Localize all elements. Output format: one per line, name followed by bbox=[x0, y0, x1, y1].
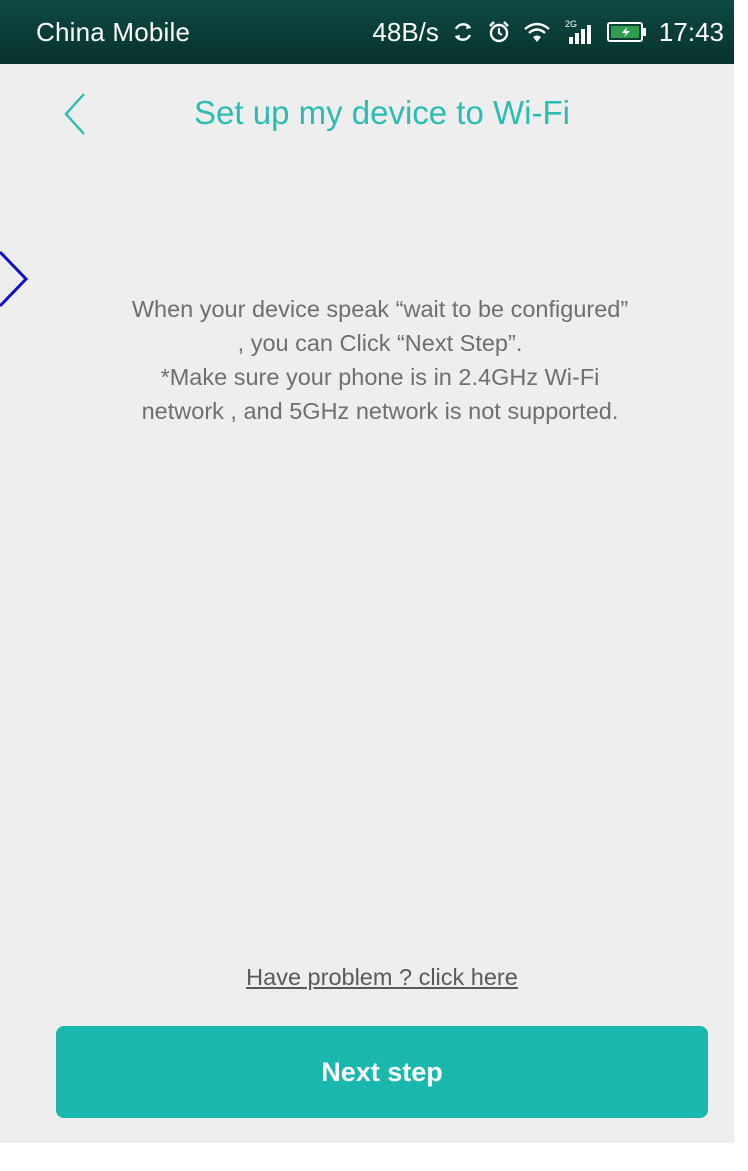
clock: 17:43 bbox=[658, 16, 724, 47]
annotation-marker-icon bbox=[0, 250, 28, 308]
setup-screen: Set up my device to Wi-Fi When your devi… bbox=[0, 64, 734, 1143]
instruction-paragraph-2: *Make sure your phone is in 2.4GHz Wi-Fi… bbox=[141, 364, 619, 424]
cell-signal-icon: 2G bbox=[563, 18, 595, 46]
bottom-edge-strip bbox=[0, 1143, 748, 1171]
alarm-icon bbox=[487, 20, 511, 44]
battery-icon bbox=[606, 21, 647, 43]
instructions-text: When your device speak “wait to be confi… bbox=[130, 292, 630, 428]
status-indicators: 48B/s 2G 17:43 bbox=[372, 17, 724, 48]
header: Set up my device to Wi-Fi bbox=[0, 64, 734, 164]
instruction-paragraph-1: When your device speak “wait to be confi… bbox=[131, 296, 629, 356]
carrier-label: China Mobile bbox=[36, 16, 191, 47]
page-title: Set up my device to Wi-Fi bbox=[194, 94, 570, 131]
network-type-label: 2G bbox=[565, 19, 577, 29]
right-edge-strip bbox=[734, 0, 748, 1171]
sync-icon bbox=[451, 20, 475, 44]
next-step-button[interactable]: Next step bbox=[56, 1026, 708, 1118]
status-bar: China Mobile 48B/s 2G 17:43 bbox=[0, 0, 734, 64]
network-speed: 48B/s bbox=[372, 16, 439, 47]
help-link[interactable]: Have problem ? click here bbox=[0, 964, 748, 991]
wifi-icon bbox=[523, 20, 551, 44]
